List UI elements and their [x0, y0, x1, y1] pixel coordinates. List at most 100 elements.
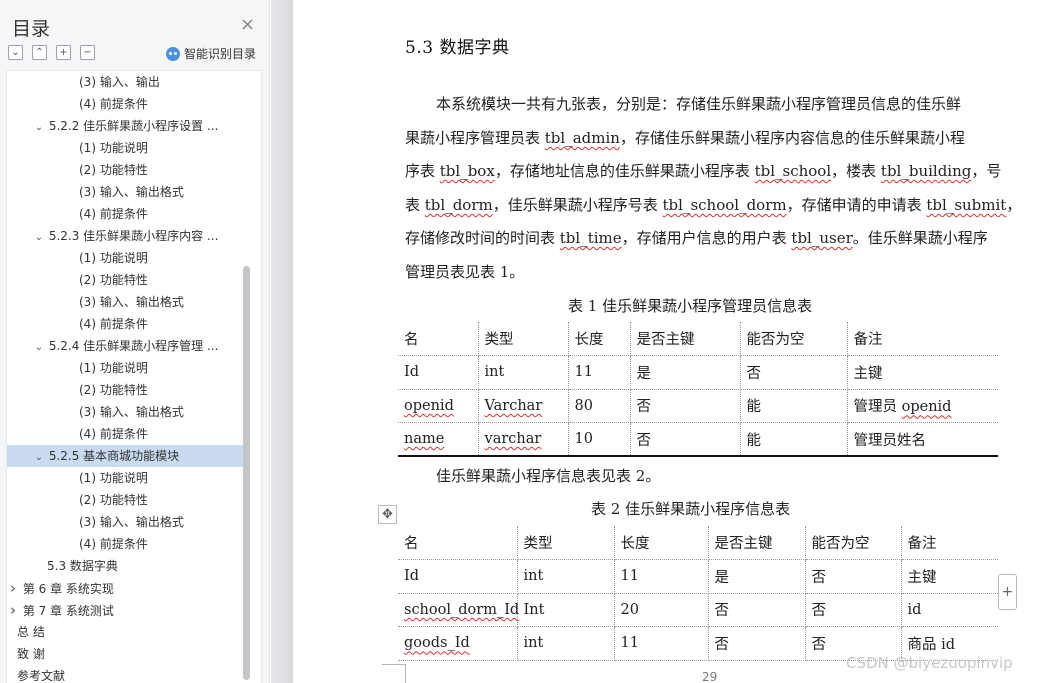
add-column-button[interactable]: +: [998, 574, 1017, 610]
toc-item[interactable]: (4) 前提条件: [7, 203, 243, 225]
toc-item[interactable]: (2) 功能特性: [7, 489, 243, 511]
toc-item[interactable]: ⌄ 5.2.4 佳乐鲜果蔬小程序管理 ...: [7, 335, 243, 357]
toc-item[interactable]: (3) 输入、输出格式: [7, 291, 243, 313]
table-cell[interactable]: varchar: [478, 422, 569, 457]
table-header-cell[interactable]: 名: [398, 322, 479, 356]
expand-all-icon[interactable]: ⌃: [32, 45, 47, 60]
toc-item[interactable]: (4) 前提条件: [7, 423, 243, 445]
table2[interactable]: 名类型 长度 是否主键 能否为空 备注 Id int 11 是否主键 school_dorm_Id…: [398, 526, 998, 661]
chevron-down-icon[interactable]: ⌄: [33, 117, 45, 137]
table1[interactable]: 名类型 长度 是否主键 能否为空 备注 Id int 11 是否主键 openid Varchar 8…: [398, 322, 998, 457]
section-heading: 5.3 数据字典: [405, 38, 510, 58]
table-header-cell[interactable]: 长度: [614, 526, 709, 560]
table-header-cell[interactable]: 长度: [568, 322, 631, 356]
chevron-down-icon[interactable]: ⌄: [33, 337, 45, 357]
table-cell[interactable]: 管理员 openid: [847, 389, 998, 423]
table-cell[interactable]: 11: [614, 559, 709, 594]
table-cell[interactable]: 否: [708, 626, 806, 661]
chevron-down-icon[interactable]: ⌄: [33, 447, 45, 467]
table-cell[interactable]: 否: [740, 355, 848, 390]
toc-item-label: (4) 前提条件: [79, 537, 148, 551]
chevron-down-icon[interactable]: ⌄: [33, 227, 45, 247]
toc-item[interactable]: (3) 输入、输出格式: [7, 401, 243, 423]
table-cell[interactable]: int: [517, 626, 615, 661]
chevron-right-icon[interactable]: ›: [7, 577, 19, 599]
toc-item[interactable]: (2) 功能特性: [7, 159, 243, 181]
table-header-cell[interactable]: 是否主键: [708, 526, 806, 560]
paragraph-line: 管理员表见表 1。: [405, 261, 995, 282]
collapse-all-icon[interactable]: ⌄: [8, 45, 23, 60]
document-page: 5.3 数据字典 本系统模块一共有九张表，分别是：存储佳乐鲜果蔬小程序管理员信息…: [293, 0, 1041, 683]
table-cell[interactable]: 是: [708, 559, 806, 594]
toc-item-label: 第 6 章 系统实现: [22, 582, 114, 596]
table-header-cell[interactable]: 能否为空: [740, 322, 848, 356]
toc-item[interactable]: 总 结: [7, 621, 243, 643]
toc-item[interactable]: (4) 前提条件: [7, 313, 243, 335]
toc-scrollbar[interactable]: [243, 266, 250, 680]
table-header-cell[interactable]: 名: [398, 526, 518, 560]
table-cell[interactable]: 能: [740, 422, 848, 457]
table-cell[interactable]: Id: [398, 559, 518, 594]
remove-heading-icon[interactable]: −: [80, 45, 95, 60]
table1-caption: 表 1 佳乐鲜果蔬小程序管理员信息表: [568, 297, 813, 315]
table-cell[interactable]: 否: [630, 389, 741, 423]
toc-item-label: 5.3 数据字典: [47, 559, 118, 573]
table-header-cell[interactable]: 备注: [847, 322, 998, 356]
toc-item[interactable]: (4) 前提条件: [7, 93, 243, 115]
toc-item[interactable]: (1) 功能说明: [7, 357, 243, 379]
table-cell[interactable]: 否: [805, 559, 902, 594]
table-cell[interactable]: openid: [398, 389, 479, 423]
table2-intro-text: 佳乐鲜果蔬小程序信息表见表 2。: [436, 467, 661, 485]
table-cell[interactable]: int: [517, 559, 615, 594]
table-cell[interactable]: school_dorm_Id: [398, 593, 519, 627]
toc-item-label: (3) 输入、输出格式: [79, 515, 184, 529]
toc-item[interactable]: › 第 7 章 系统测试: [7, 599, 243, 621]
toc-item[interactable]: (3) 输入、输出: [7, 71, 243, 93]
toc-item[interactable]: ⌄ 5.2.2 佳乐鲜果蔬小程序设置 ...: [7, 115, 243, 137]
toc-item[interactable]: (3) 输入、输出格式: [7, 511, 243, 533]
table-cell[interactable]: id: [901, 593, 998, 627]
smart-toc-button[interactable]: 智能识别目录: [166, 45, 256, 62]
table-cell[interactable]: 否: [708, 593, 806, 627]
toc-item[interactable]: 参考文献: [7, 665, 243, 683]
table-cell[interactable]: 80: [568, 389, 631, 423]
toc-item[interactable]: (2) 功能特性: [7, 269, 243, 291]
toc-item[interactable]: (1) 功能说明: [7, 467, 243, 489]
table-header-cell[interactable]: 类型: [517, 526, 615, 560]
table-header-cell[interactable]: 类型: [478, 322, 569, 356]
table-move-handle-icon[interactable]: ✥: [378, 505, 397, 524]
table-cell[interactable]: 主键: [901, 559, 998, 594]
add-heading-icon[interactable]: +: [56, 45, 71, 60]
toc-item[interactable]: ⌄ 5.2.5 基本商城功能模块: [7, 445, 243, 467]
toc-item[interactable]: (1) 功能说明: [7, 137, 243, 159]
table-cell[interactable]: name: [398, 422, 479, 457]
toc-item[interactable]: › 第 6 章 系统实现: [7, 577, 243, 599]
table-header-cell[interactable]: 能否为空: [805, 526, 902, 560]
table-cell[interactable]: 20: [614, 593, 709, 627]
table-cell[interactable]: Int: [517, 593, 615, 627]
toc-item[interactable]: (3) 输入、输出格式: [7, 181, 243, 203]
close-icon[interactable]: ×: [240, 14, 255, 35]
table-cell[interactable]: 否: [805, 593, 902, 627]
toc-item[interactable]: (2) 功能特性: [7, 379, 243, 401]
table-cell[interactable]: 11: [568, 355, 631, 390]
table-cell[interactable]: goods_Id: [398, 626, 518, 661]
toc-item[interactable]: 致 谢: [7, 643, 243, 665]
table-cell[interactable]: 10: [568, 422, 631, 457]
table-cell[interactable]: Varchar: [478, 389, 569, 423]
toc-item[interactable]: (1) 功能说明: [7, 247, 243, 269]
table-cell[interactable]: 否: [630, 422, 741, 457]
table-cell[interactable]: 是: [630, 355, 741, 390]
chevron-right-icon[interactable]: ›: [7, 599, 19, 621]
table-cell[interactable]: 11: [614, 626, 709, 661]
table-cell[interactable]: 管理员姓名: [847, 422, 998, 457]
toc-item[interactable]: ⌄ 5.2.3 佳乐鲜果蔬小程序内容 ...: [7, 225, 243, 247]
table-cell[interactable]: Id: [398, 355, 479, 390]
table-header-cell[interactable]: 备注: [901, 526, 998, 560]
table-cell[interactable]: 能: [740, 389, 848, 423]
toc-item[interactable]: (4) 前提条件: [7, 533, 243, 555]
table-cell[interactable]: 主键: [847, 355, 998, 390]
table-header-cell[interactable]: 是否主键: [630, 322, 741, 356]
toc-item[interactable]: 5.3 数据字典: [7, 555, 243, 577]
table-cell[interactable]: int: [478, 355, 569, 390]
